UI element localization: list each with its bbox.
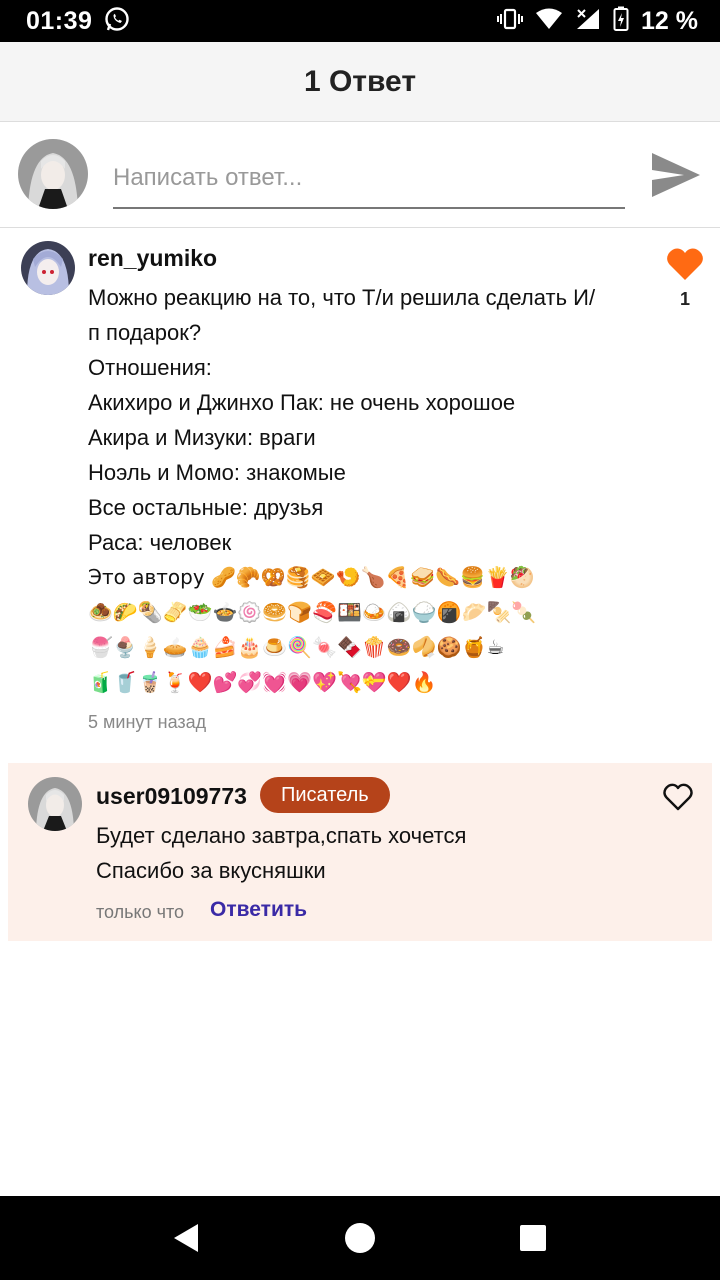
signal-icon (575, 7, 601, 36)
comment-line: Акира и Мизуки: враги (88, 425, 316, 450)
back-icon[interactable] (157, 1208, 217, 1268)
comment-emoji-line: 🧆🌮🌯🫔🥗🍲🍥🥯🍞🍣🍱🍛🍙🍚🍘🥟🍢🍡 (88, 600, 537, 624)
comment-line: Ноэль и Момо: знакомые (88, 460, 346, 485)
like-count: 1 (679, 289, 690, 309)
comment-line: Раса: человек (88, 530, 232, 555)
reply-line: Спасибо за вкусняшки (96, 858, 326, 883)
comment-emoji-line: 🧃🥤🧋🍹❤️💕💞💓💗💖💘💝❤️🔥 (88, 670, 437, 694)
header: 1 Ответ (0, 42, 720, 122)
comment-line: п подарок? (88, 320, 202, 345)
page-title: 1 Ответ (303, 64, 417, 98)
commenter-username[interactable]: ren_yumiko (88, 245, 217, 272)
comment-line: Акихиро и Джинхо Пак: не очень хорошое (88, 390, 516, 415)
home-icon[interactable] (330, 1208, 390, 1268)
author-badge: Писатель (260, 777, 390, 813)
reply-author-username[interactable]: user09109773 (96, 783, 247, 810)
comment-emoji-line: Это автору 🥜🥐🥨🥞🧇🍤🍗🍕🥪🌭🍔🍟🥙 (88, 565, 535, 589)
reply-timestamp: только что (96, 902, 185, 922)
reply-composer (0, 123, 720, 228)
status-bar: 01:39 12 % (0, 0, 720, 42)
status-time: 01:39 (26, 6, 93, 35)
comment-line: Все остальные: друзья (88, 495, 324, 520)
battery-charging-icon (613, 6, 629, 37)
current-user-avatar (18, 139, 88, 209)
wifi-icon (535, 7, 563, 36)
vibrate-icon (497, 7, 524, 36)
reply-line: Будет сделано завтра,спать хочется (96, 823, 467, 848)
comment-timestamp: 5 минут назад (88, 712, 207, 732)
comment-line: Отношения: (88, 355, 212, 380)
reply-button[interactable]: Ответить (210, 898, 307, 922)
comment-emoji-line: 🍧🍨🍦🥧🧁🍰🎂🍮🍭🍬🍫🍿🍩🥠🍪🍯☕ (88, 635, 505, 659)
send-icon[interactable] (650, 151, 702, 199)
battery-percent: 12 % (641, 6, 698, 35)
reply-body: Будет сделано завтра,спать хочется Спаси… (96, 818, 466, 888)
whatsapp-icon (104, 6, 130, 37)
reply-input[interactable] (113, 149, 625, 209)
comment-line: Можно реакцию на то, что Т/и решила сдел… (88, 285, 596, 310)
recents-icon[interactable] (503, 1208, 563, 1268)
system-nav-bar (0, 1196, 720, 1280)
comment-body: Можно реакцию на то, что Т/и решила сдел… (88, 280, 628, 700)
commenter-avatar[interactable] (21, 241, 75, 295)
reply-card: user09109773 Писатель Будет сделано завт… (8, 763, 712, 941)
like-heart-icon[interactable] (666, 247, 704, 281)
heart-outline-icon[interactable] (663, 783, 693, 811)
reply-author-avatar[interactable] (28, 777, 82, 831)
